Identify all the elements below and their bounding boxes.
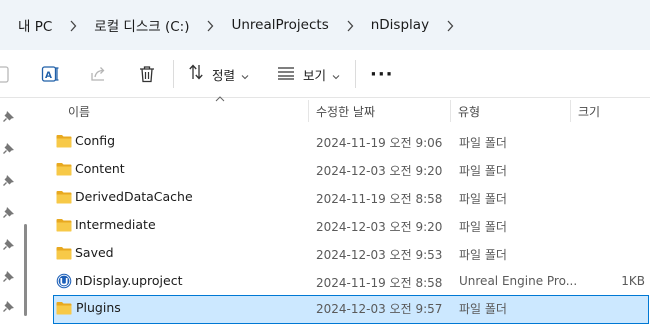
file-type: 파일 폴더 xyxy=(459,220,507,234)
pin-icon[interactable] xyxy=(3,238,15,250)
file-date: 2024-12-03 오전 9:20 xyxy=(316,220,443,234)
column-divider[interactable] xyxy=(450,100,451,122)
list-item[interactable]: DerivedDataCache 2024-11-19 오전 8:58 파일 폴… xyxy=(53,184,649,211)
more-options-button[interactable]: ··· xyxy=(370,50,394,98)
copy-icon[interactable] xyxy=(0,50,12,98)
breadcrumb-unreal-projects[interactable]: UnrealProjects xyxy=(225,17,334,33)
pin-icon[interactable] xyxy=(3,142,15,154)
column-divider[interactable] xyxy=(570,100,571,122)
column-date-modified[interactable]: 수정한 날짜 xyxy=(316,103,375,120)
breadcrumb-local-disk[interactable]: 로컬 디스크 (C:) xyxy=(88,15,195,35)
file-name: Content xyxy=(75,161,125,176)
pin-icon[interactable] xyxy=(3,300,15,312)
file-name: DerivedDataCache xyxy=(75,189,193,204)
folder-icon xyxy=(56,219,72,232)
list-item[interactable]: Config 2024-11-19 오전 9:06 파일 폴더 xyxy=(53,128,649,155)
pin-icon[interactable] xyxy=(3,110,15,122)
folder-icon xyxy=(56,247,72,260)
chevron-down-icon xyxy=(332,65,340,84)
file-size: 1KB xyxy=(621,274,645,288)
file-date: 2024-12-03 오전 9:20 xyxy=(316,164,443,178)
svg-text:A: A xyxy=(45,71,52,81)
chevron-right-icon[interactable] xyxy=(335,16,365,35)
unreal-engine-icon xyxy=(56,273,72,289)
column-header: 이름 수정한 날짜 유형 크기 xyxy=(36,96,650,124)
breadcrumb-ndisplay[interactable]: nDisplay xyxy=(365,17,435,33)
share-icon[interactable] xyxy=(89,50,109,98)
toolbar-divider xyxy=(355,60,356,88)
file-name: Config xyxy=(75,133,116,148)
sort-ascending-icon xyxy=(215,96,225,102)
list-item[interactable]: nDisplay.uproject 2024-11-19 오전 8:58 Unr… xyxy=(53,268,649,295)
chevron-down-icon xyxy=(241,65,249,84)
file-date: 2024-12-03 오전 9:53 xyxy=(316,248,443,262)
folder-icon xyxy=(56,135,72,148)
column-divider[interactable] xyxy=(308,100,309,122)
pin-icon[interactable] xyxy=(3,206,15,218)
list-item-selected[interactable]: Plugins 2024-12-03 오전 9:57 파일 폴더 xyxy=(53,295,649,324)
navigation-pane xyxy=(0,98,36,333)
list-item[interactable]: Saved 2024-12-03 오전 9:53 파일 폴더 xyxy=(53,240,649,267)
file-name: Intermediate xyxy=(75,217,156,232)
rename-icon[interactable]: A xyxy=(41,50,61,98)
file-name: nDisplay.uproject xyxy=(75,273,183,288)
file-type: Unreal Engine Pro... xyxy=(459,274,578,288)
file-type: 파일 폴더 xyxy=(459,136,507,150)
view-button[interactable]: 보기 xyxy=(277,50,340,98)
pin-icon[interactable] xyxy=(3,174,15,186)
file-type: 파일 폴더 xyxy=(459,164,507,178)
file-name: Plugins xyxy=(76,300,121,315)
sort-button[interactable]: 정렬 xyxy=(188,50,249,98)
list-item[interactable]: Intermediate 2024-12-03 오전 9:20 파일 폴더 xyxy=(53,212,649,239)
file-date: 2024-11-19 오전 9:06 xyxy=(316,136,443,150)
file-date: 2024-12-03 오전 9:57 xyxy=(316,302,443,316)
pin-icon[interactable] xyxy=(3,270,15,282)
chevron-right-icon[interactable] xyxy=(195,16,225,35)
view-icon xyxy=(277,65,295,84)
view-label: 보기 xyxy=(303,67,327,83)
file-type: 파일 폴더 xyxy=(459,192,507,206)
file-name: Saved xyxy=(75,245,114,260)
navigation-scrollbar[interactable] xyxy=(24,224,27,316)
address-bar[interactable]: 내 PC 로컬 디스크 (C:) UnrealProjects nDisplay xyxy=(0,0,650,50)
folder-icon xyxy=(56,191,72,204)
column-size[interactable]: 크기 xyxy=(578,103,600,120)
list-item[interactable]: Content 2024-12-03 오전 9:20 파일 폴더 xyxy=(53,156,649,183)
folder-icon xyxy=(56,163,72,176)
file-date: 2024-11-19 오전 8:58 xyxy=(316,192,443,206)
sort-icon xyxy=(188,63,204,85)
file-type: 파일 폴더 xyxy=(459,248,507,262)
column-type[interactable]: 유형 xyxy=(458,103,480,120)
chevron-right-icon[interactable] xyxy=(435,16,465,35)
toolbar-divider xyxy=(173,60,174,88)
folder-icon xyxy=(56,302,72,315)
chevron-right-icon[interactable] xyxy=(58,16,88,35)
sort-label: 정렬 xyxy=(212,67,236,83)
breadcrumb-this-pc[interactable]: 내 PC xyxy=(12,15,58,35)
column-name[interactable]: 이름 xyxy=(68,103,90,120)
delete-icon[interactable] xyxy=(137,50,157,98)
command-bar: A 정렬 보기 ··· xyxy=(0,50,650,98)
file-type: 파일 폴더 xyxy=(459,302,507,316)
file-date: 2024-11-19 오전 8:58 xyxy=(316,276,443,290)
